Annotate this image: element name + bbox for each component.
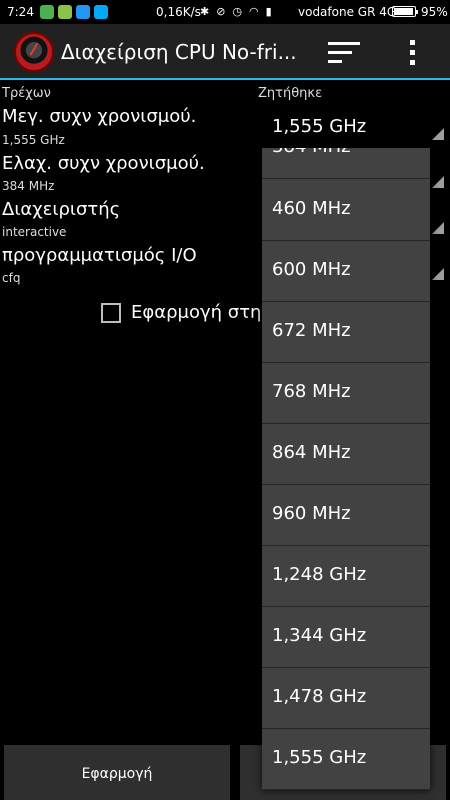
header-current: Τρέχων [2, 86, 51, 101]
sort-icon[interactable] [328, 42, 360, 64]
alarm-icon: ◷ [232, 5, 243, 18]
bluetooth-icon: ✱ [200, 5, 210, 18]
dropdown-item[interactable]: 768 MHz [262, 363, 430, 424]
dropdown-item[interactable]: 864 MHz [262, 424, 430, 485]
dropdown-arrow-icon [432, 268, 444, 280]
notification-icons [40, 5, 108, 19]
dropdown-arrow-icon [432, 222, 444, 234]
dropdown-item-label: 960 MHz [272, 503, 351, 524]
dropdown-item-label: 864 MHz [272, 442, 351, 463]
dropdown-item-label: 1,555 GHz [272, 747, 367, 768]
max-freq-label: Μεγ. συχν χρονισμού. [2, 106, 197, 127]
dropdown-item-label: 1,478 GHz [272, 686, 367, 707]
apply-on-boot-checkbox[interactable] [101, 303, 121, 323]
dropdown-item[interactable]: 1,248 GHz [262, 546, 430, 607]
mute-icon: ⊘ [216, 5, 226, 18]
dropdown-item[interactable]: 1,344 GHz [262, 607, 430, 668]
signal-icon: ▮ [265, 5, 272, 18]
dropdown-item-label: 460 MHz [272, 198, 351, 219]
page-title: Διαχείριση CPU No-fri... [61, 40, 297, 64]
dropdown-arrow-icon [432, 176, 444, 188]
dropdown-item[interactable]: 460 MHz [262, 180, 430, 241]
status-icons: ✱ ⊘ ◷ ◠ ▮ [200, 5, 272, 18]
min-freq-label: Ελαχ. συχν χρονισμού. [2, 153, 205, 174]
governor-label: Διαχειριστής [2, 199, 121, 220]
min-freq-value: 384 MHz [2, 179, 55, 193]
notification-app-icon [94, 5, 108, 19]
carrier-name: vodafone GR 4G [298, 5, 397, 19]
notification-app-icon [76, 5, 90, 19]
dropdown-item-label: 1,248 GHz [272, 564, 367, 585]
max-freq-selected: 1,555 GHz [272, 116, 367, 137]
dropdown-item-label: 1,344 GHz [272, 625, 367, 646]
io-scheduler-label: προγραμματισμός I/O [2, 245, 197, 266]
dropdown-item[interactable]: 1,478 GHz [262, 668, 430, 729]
dropdown-item-label: 600 MHz [272, 259, 351, 280]
frequency-dropdown[interactable]: 384 MHz 460 MHz 600 MHz 672 MHz 768 MHz … [262, 148, 430, 790]
max-freq-spinner[interactable]: 1,555 GHz [262, 112, 446, 142]
notification-app-icon [40, 5, 54, 19]
max-freq-value: 1,555 GHz [2, 133, 65, 147]
battery-icon [392, 6, 418, 17]
notification-app-icon [58, 5, 72, 19]
governor-value: interactive [2, 225, 67, 239]
action-bar: Διαχείριση CPU No-fri... [0, 24, 450, 80]
dropdown-item-label: 768 MHz [272, 381, 351, 402]
header-requested: Ζητήθηκε [258, 86, 323, 101]
dropdown-item[interactable]: 384 MHz [262, 148, 430, 179]
dropdown-arrow-icon [432, 128, 444, 140]
dropdown-item[interactable]: 1,555 GHz [262, 729, 430, 790]
battery-percent: 95% [421, 5, 448, 19]
io-scheduler-value: cfq [2, 271, 21, 285]
apply-button[interactable]: Εφαρμογή [4, 745, 230, 800]
apply-on-boot-label: Εφαρμογή στη [131, 302, 262, 323]
wifi-icon: ◠ [249, 5, 259, 18]
dropdown-item[interactable]: 960 MHz [262, 485, 430, 546]
network-speed: 0,16K/s [156, 5, 201, 19]
dropdown-item-label: 384 MHz [272, 148, 351, 157]
speedometer-icon[interactable] [14, 32, 54, 72]
dropdown-item[interactable]: 672 MHz [262, 302, 430, 363]
dropdown-item[interactable]: 600 MHz [262, 241, 430, 302]
more-vert-icon[interactable] [408, 40, 416, 66]
status-time: 7:24 [7, 5, 34, 19]
dropdown-item-label: 672 MHz [272, 320, 351, 341]
status-bar: 7:24 0,16K/s ✱ ⊘ ◷ ◠ ▮ vodafone GR 4G 95… [0, 0, 450, 24]
